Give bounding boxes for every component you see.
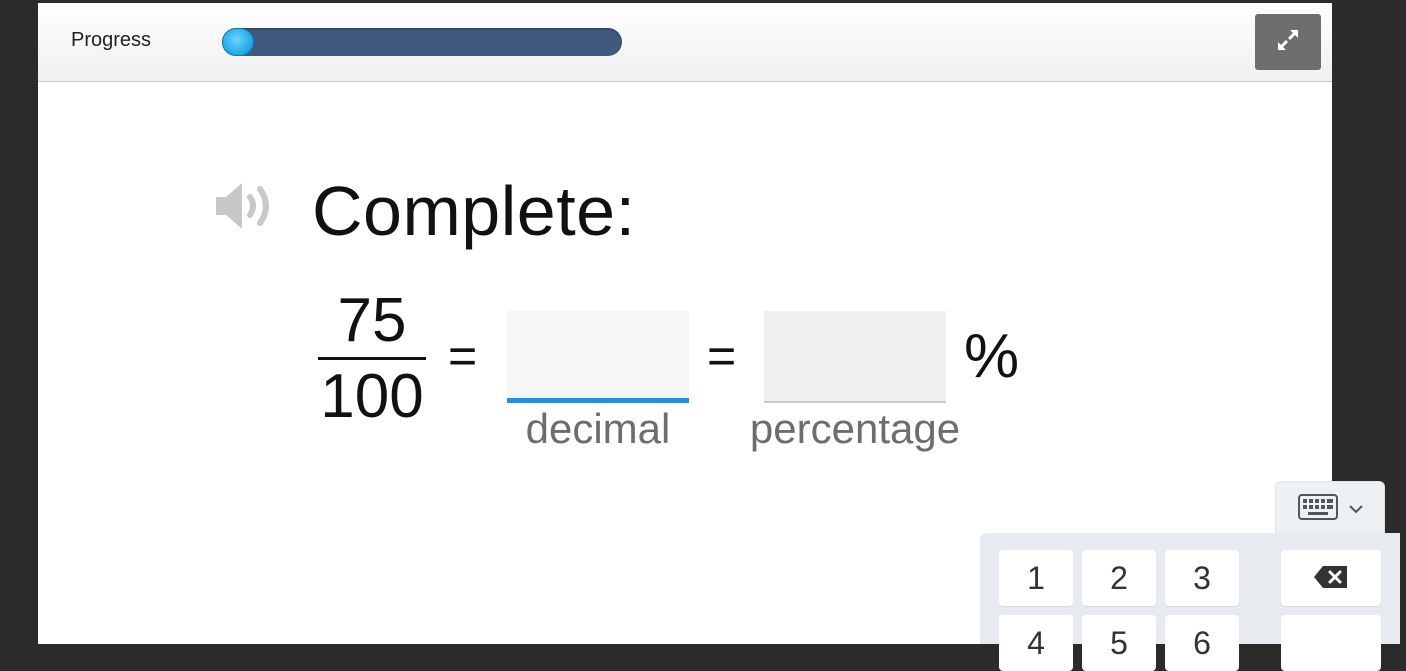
backspace-icon [1313,560,1349,597]
decimal-input[interactable] [507,311,689,403]
key-4[interactable]: 4 [999,615,1073,671]
percentage-caption: percentage [749,405,961,452]
key-5[interactable]: 5 [1082,615,1156,671]
speaker-icon [214,183,278,237]
key-3[interactable]: 3 [1165,550,1239,606]
keyboard-toggle-button[interactable] [1275,481,1385,535]
top-bar: Progress [38,3,1332,82]
fullscreen-button[interactable] [1255,14,1321,70]
equals-sign-1: = [448,328,478,384]
progress-bar [222,28,622,56]
numeric-keypad: 1 2 3 4 5 6 [980,533,1400,671]
fraction-bar [318,357,426,360]
expand-icon [1275,27,1301,58]
progress-knob [222,28,254,56]
keyboard-icon [1298,494,1338,525]
keypad-key-partial[interactable] [1281,615,1381,671]
key-2[interactable]: 2 [1082,550,1156,606]
decimal-caption: decimal [525,405,671,452]
backspace-key[interactable] [1281,550,1381,606]
chevron-down-icon [1348,502,1364,520]
fraction-numerator: 75 [337,286,407,355]
equals-sign-2: = [707,328,737,384]
key-6[interactable]: 6 [1165,615,1239,671]
fraction: 75 100 [317,286,427,430]
fraction-denominator: 100 [320,362,424,431]
question-prompt: Complete: [312,172,636,250]
percentage-input[interactable] [764,311,946,403]
key-1[interactable]: 1 [999,550,1073,606]
progress-label: Progress [71,29,152,51]
read-aloud-button[interactable] [214,179,278,233]
percent-symbol: % [964,322,1020,391]
